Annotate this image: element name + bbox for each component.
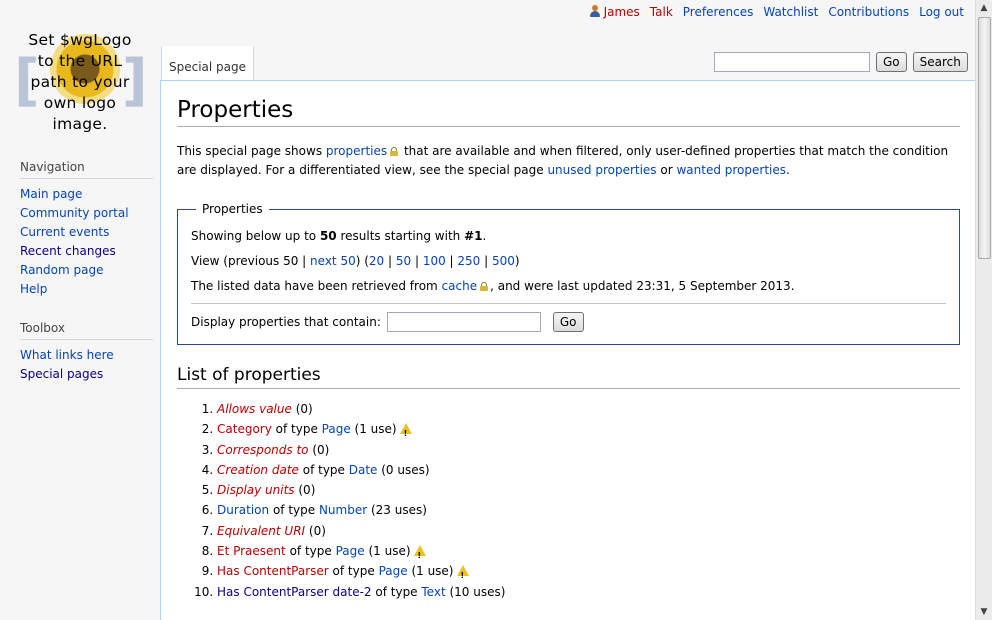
user-link[interactable]: James [589,5,640,19]
tab-special-page[interactable]: Special page [161,46,255,80]
property-link[interactable]: Allows value [217,402,292,416]
type-link[interactable]: Number [319,503,367,517]
fieldset-divider [191,303,946,304]
sidebar: Navigation Main page Community portal Cu… [0,160,160,406]
toolbox-heading: Toolbox [20,321,153,340]
navigation-portlet: Navigation Main page Community portal Cu… [20,160,153,299]
personal-tools: James Talk Preferences Watchlist Contrib… [589,5,964,19]
property-link[interactable]: Corresponds to [217,443,309,457]
property-link[interactable]: Equivalent URI [217,524,305,538]
list-item: Has ContentParser date-2 of type Text (1… [217,582,960,602]
talk-link[interactable]: Talk [650,5,673,19]
property-link[interactable]: Category [217,422,272,436]
watchlist-link[interactable]: Watchlist [763,5,818,19]
view-pagination: View (previous 50 | next 50) (20 | 50 | … [191,254,520,268]
warning-icon[interactable] [413,545,426,566]
logo-text: Set $wgLogo to the URL path to your own … [28,31,132,133]
property-link[interactable]: Duration [217,503,269,517]
limit-500-link[interactable]: 500 [492,254,515,268]
go-button[interactable]: Go [876,52,907,72]
sidebar-item-help[interactable]: Help [20,282,47,296]
vertical-scrollbar[interactable]: ▲ ▼ [975,0,992,620]
list-item: Equivalent URI (0) [217,521,960,541]
search-button[interactable]: Search [912,52,968,72]
warning-icon[interactable] [399,423,412,445]
intro-text: This special page shows properties that … [177,144,949,177]
list-item: Allows value (0) [217,399,960,419]
limit-250-link[interactable]: 250 [457,254,480,268]
property-link[interactable]: Display units [217,483,295,497]
preferences-link[interactable]: Preferences [683,5,754,19]
property-link[interactable]: Has ContentParser [217,564,329,578]
property-link[interactable]: Creation date [217,463,299,477]
type-link[interactable]: Page [379,564,408,578]
user-icon [589,5,600,17]
cache-info: The listed data have been retrieved from… [191,279,795,293]
type-link[interactable]: Page [322,422,351,436]
type-link[interactable]: Page [336,544,365,558]
list-item: Has ContentParser of type Page (1 use) [217,561,960,587]
tab-label: Special page [169,60,247,74]
properties-fieldset: Properties Showing below up to 50 result… [177,202,960,345]
limit-100-link[interactable]: 100 [423,254,446,268]
list-heading: List of properties [177,365,960,389]
limit-20-link[interactable]: 20 [369,254,384,268]
property-link[interactable]: Has ContentParser date-2 [217,585,372,599]
type-link[interactable]: Date [349,463,378,477]
list-item: Et Praesent of type Page (1 use) [217,541,960,566]
toolbox-portlet: Toolbox What links here Special pages [20,321,153,384]
cache-link[interactable]: cache [442,279,478,293]
sidebar-item-main-page[interactable]: Main page [20,187,82,201]
sidebar-item-random-page[interactable]: Random page [20,263,103,277]
search-box: Go Search [714,52,968,72]
filter-input[interactable] [386,312,541,332]
contributions-link[interactable]: Contributions [828,5,909,19]
lock-icon [390,147,399,156]
unused-properties-link[interactable]: unused properties [547,163,656,177]
list-item: Corresponds to (0) [217,440,960,460]
type-link[interactable]: Text [421,585,445,599]
limit-50-link[interactable]: 50 [396,254,411,268]
filter-go-button[interactable]: Go [552,312,584,332]
next-50-link[interactable]: next 50 [310,254,356,268]
page-title: Properties [177,97,960,127]
list-item: Display units (0) [217,480,960,500]
filter-row: Display properties that contain: Go [191,312,946,332]
properties-link[interactable]: properties [326,144,387,158]
sidebar-item-community-portal[interactable]: Community portal [20,206,129,220]
sidebar-item-what-links-here[interactable]: What links here [20,348,114,362]
list-item: Creation date of type Date (0 uses) [217,460,960,480]
scroll-thumb[interactable] [978,17,991,259]
properties-list: Allows value (0) Category of type Page (… [177,399,960,602]
filter-label: Display properties that contain: [191,315,381,329]
lock-icon [480,282,489,291]
property-link[interactable]: Et Praesent [217,544,286,558]
sidebar-item-special-pages[interactable]: Special pages [20,367,103,381]
search-input[interactable] [714,52,870,72]
logout-link[interactable]: Log out [919,5,964,19]
wanted-properties-link[interactable]: wanted properties [676,163,786,177]
warning-icon[interactable] [456,565,469,587]
fieldset-legend: Properties [202,202,263,216]
list-item: Category of type Page (1 use) [217,419,960,445]
scroll-up-icon[interactable]: ▲ [976,0,992,16]
navigation-heading: Navigation [20,160,153,179]
site-logo[interactable]: [ ] Set $wgLogo to the URL path to your … [10,30,150,138]
main-content: Properties This special page shows prope… [160,80,976,620]
list-item: Duration of type Number (23 uses) [217,500,960,520]
showing-text: Showing below up to 50 results starting … [191,229,487,243]
scroll-down-icon[interactable]: ▼ [976,604,992,620]
sidebar-item-current-events[interactable]: Current events [20,225,109,239]
sidebar-item-recent-changes[interactable]: Recent changes [20,244,116,258]
